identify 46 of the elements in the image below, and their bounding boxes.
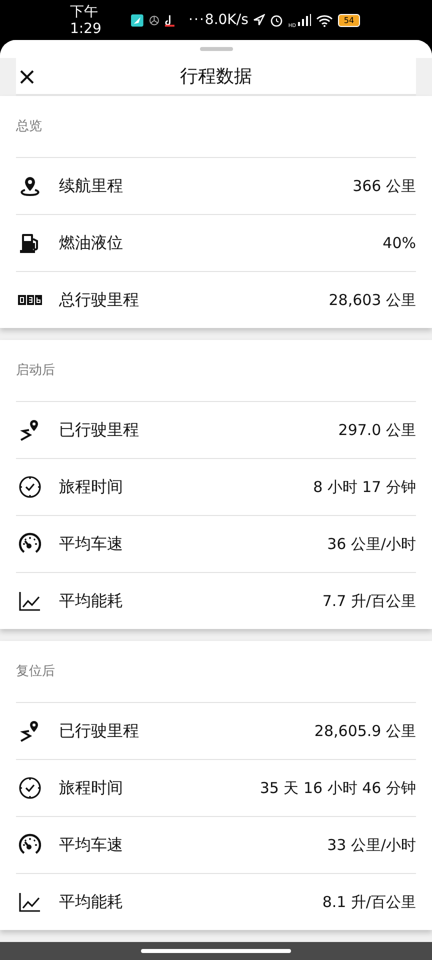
stat-label: 续航里程 — [59, 176, 124, 196]
home-indicator[interactable] — [141, 949, 291, 953]
line-chart-icon — [18, 589, 42, 613]
signal-icon — [297, 14, 311, 26]
wifi-icon — [316, 14, 333, 26]
clock-time: 下午1:29 — [70, 3, 102, 37]
more-indicator: ··· — [188, 12, 205, 28]
section-title: 启动后 — [16, 362, 56, 380]
stat-label: 平均能耗 — [59, 892, 124, 912]
stat-value: 36 公里/小时 — [327, 534, 416, 554]
stat-value: 7.7 升/百公里 — [322, 592, 416, 610]
stat-label: 平均能耗 — [59, 590, 124, 612]
stat-label: 已行驶里程 — [59, 720, 140, 742]
stat-value: 40% — [382, 234, 416, 252]
stat-value: 297.0 公里 — [338, 420, 416, 440]
stat-label: 燃油液位 — [59, 232, 124, 254]
stat-label: 平均车速 — [59, 834, 124, 856]
alarm-icon — [270, 14, 284, 26]
section-title: 总览 — [16, 118, 43, 136]
stat-value: 33 公里/小时 — [327, 836, 416, 854]
stat-value: 28,603 公里 — [328, 290, 416, 310]
clock-icon — [18, 475, 42, 499]
map-pin-icon — [18, 174, 42, 198]
note-app-icon — [164, 14, 176, 26]
stat-label: 旅程时间 — [59, 778, 124, 798]
drag-handle[interactable] — [200, 47, 232, 51]
stat-value: 8.1 升/百公里 — [322, 892, 416, 912]
stat-value: 35 天 16 小时 46 分钟 — [260, 778, 416, 798]
location-arrow-icon — [253, 14, 266, 26]
network-speed: 8.0K/s — [204, 12, 248, 28]
speedometer-icon — [18, 532, 42, 556]
stat-value: 8 小时 17 分钟 — [313, 478, 416, 496]
clock-icon — [18, 776, 42, 800]
sheet-title: 行程数据 — [180, 65, 252, 88]
stat-label: 总行驶里程 — [59, 290, 140, 310]
stat-label: 已行驶里程 — [59, 420, 140, 440]
battery-level: 54 — [344, 16, 354, 24]
close-icon — [19, 69, 35, 85]
rocket-app-icon — [131, 14, 144, 26]
stat-label: 旅程时间 — [59, 476, 124, 498]
stat-value: 366 公里 — [352, 176, 416, 196]
line-chart-icon — [18, 890, 42, 914]
stat-label: 平均车速 — [59, 534, 124, 554]
stat-value: 28,605.9 公里 — [314, 722, 416, 740]
section-title: 复位后 — [16, 663, 56, 681]
speedometer-icon — [18, 833, 42, 857]
